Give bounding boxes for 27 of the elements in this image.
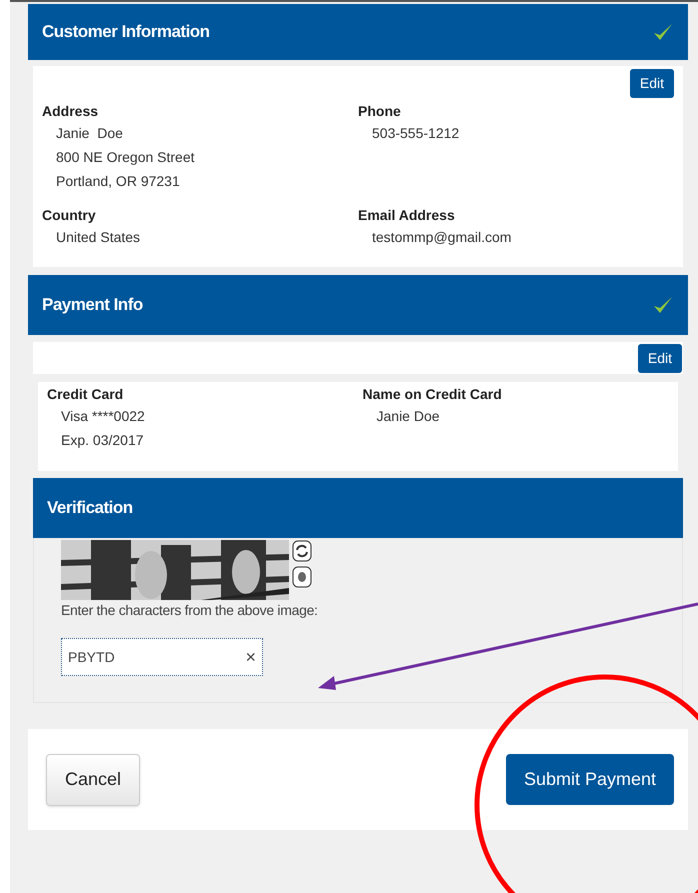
clear-button[interactable]: × [245,644,256,670]
field-value: 503-555-1212 [371,124,460,143]
field-value: Portland, OR 97231 [55,172,181,191]
field-label: Address [42,102,100,121]
audio-icon[interactable] [292,566,312,588]
cancel-button[interactable]: Cancel [46,754,140,806]
field-label: Phone [358,102,402,121]
edit-button[interactable]: Edit [630,69,674,98]
submit-payment-button[interactable]: Submit Payment [506,754,674,805]
field-value: Janie Doe [55,124,124,143]
section-title: Customer Information [42,21,210,44]
field-value: United States [55,228,142,247]
field-label: Email Address [358,206,456,225]
field-value: testommp@gmail.com [371,228,512,247]
field-value: Exp. 03/2017 [60,431,145,450]
field-value: Visa ****0022 [60,407,146,426]
captcha-input[interactable]: PBYTD × [61,638,263,676]
refresh-icon[interactable] [292,540,312,562]
field-label: Country [42,206,97,225]
section-title: Payment Info [42,294,143,316]
field-label: Name on Credit Card [362,385,503,404]
field-label: Credit Card [47,385,124,404]
field-value: Janie Doe [376,407,441,426]
field-value: 800 NE Oregon Street [55,148,196,167]
section-title: Verification [47,497,133,520]
captcha-prompt: Enter the characters from the above image: [61,601,319,620]
edit-button[interactable]: Edit [638,344,682,372]
